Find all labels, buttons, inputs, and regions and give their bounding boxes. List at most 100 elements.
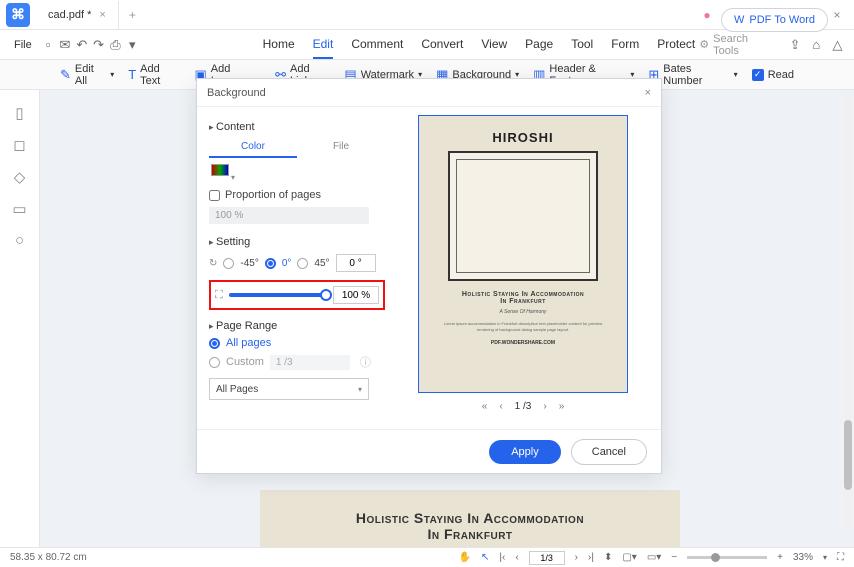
add-text-button[interactable]: TAdd Text	[128, 63, 180, 87]
left-rail: ▯ ◻ ◇ ▭ ○	[0, 90, 40, 547]
tab-tool[interactable]: Tool	[571, 31, 593, 59]
undo-icon[interactable]: ↶	[75, 34, 88, 56]
edit-all-button[interactable]: ✎Edit All▾	[60, 63, 114, 87]
edit-icon: ✎	[60, 67, 71, 83]
view-mode-icon[interactable]: ▢▾	[622, 552, 636, 563]
comment-panel-icon[interactable]: ◇	[14, 168, 26, 186]
print-icon[interactable]: ⎙	[109, 34, 122, 56]
rot-45-radio[interactable]	[297, 258, 308, 269]
page-prev-icon[interactable]: ‹	[499, 401, 502, 412]
search-input[interactable]: Search Tools	[713, 33, 762, 57]
tab-page[interactable]: Page	[525, 31, 553, 59]
custom-radio[interactable]	[209, 357, 220, 368]
proportion-label: Proportion of pages	[225, 189, 321, 201]
subtab-color[interactable]: Color	[209, 137, 297, 158]
page-next-icon[interactable]: ›	[543, 401, 546, 412]
all-pages-radio[interactable]	[209, 338, 220, 349]
vertical-scrollbar[interactable]	[844, 90, 852, 530]
nav-last-icon[interactable]: ›|	[588, 552, 594, 563]
search-panel-icon[interactable]: ○	[15, 232, 24, 249]
section-page-range: Page Range	[209, 320, 385, 332]
new-tab-button[interactable]: +	[119, 8, 146, 22]
select-tool-icon[interactable]: ↖	[481, 552, 489, 563]
nav-prev-icon[interactable]: ‹	[515, 552, 518, 563]
background-dialog: Background × Content Color File ▾ Propor…	[196, 78, 662, 474]
scale-control-highlight: ⛶	[209, 280, 385, 310]
preview-sub2: In Frankfurt	[500, 298, 546, 305]
tab-form[interactable]: Form	[611, 31, 639, 59]
save-icon[interactable]: ▫	[42, 34, 55, 56]
export-icon[interactable]: ⇪	[787, 34, 804, 56]
file-menu[interactable]: File	[8, 39, 38, 51]
fullscreen-icon[interactable]: ⛶	[837, 552, 844, 563]
hand-tool-icon[interactable]: ✋	[459, 552, 471, 563]
preview-title: HIROSHI	[492, 130, 553, 145]
zoom-slider[interactable]	[687, 556, 767, 559]
preview-sub1: Holistic Staying In Accommodation	[462, 291, 584, 298]
tab-home[interactable]: Home	[263, 31, 295, 59]
custom-range-input: 1 /3	[270, 355, 350, 370]
color-swatch[interactable]	[211, 164, 229, 176]
layout-icon[interactable]: ▭▾	[647, 552, 661, 563]
dialog-header[interactable]: Background ×	[197, 79, 661, 107]
page-last-icon[interactable]: »	[559, 401, 565, 412]
apply-button[interactable]: Apply	[489, 440, 561, 464]
doc-heading-1: Holistic Staying In Accommodation	[270, 510, 670, 526]
menu-row: File ▫ ✉ ↶ ↷ ⎙ ▾ Home Edit Comment Conve…	[0, 30, 854, 60]
tab-view[interactable]: View	[481, 31, 507, 59]
preview-page: HIROSHI Holistic Staying In Accommodatio…	[418, 115, 628, 393]
zoom-in-icon[interactable]: +	[777, 552, 783, 563]
tab-comment[interactable]: Comment	[351, 31, 403, 59]
cancel-button[interactable]: Cancel	[571, 439, 647, 465]
dropdown-icon[interactable]: ▾	[126, 34, 139, 56]
pdf-to-word-button[interactable]: W PDF To Word	[721, 8, 828, 32]
rot-neg45-radio[interactable]	[223, 258, 234, 269]
statusbar: 58.35 x 80.72 cm ✋ ↖ |‹ ‹ › ›| ⬍ ▢▾ ▭▾ −…	[0, 547, 854, 567]
file-tab[interactable]: cad.pdf * ×	[36, 1, 119, 29]
subtab-file[interactable]: File	[297, 137, 385, 158]
section-setting: Setting	[209, 236, 385, 248]
document-page: Holistic Staying In Accommodation In Fra…	[260, 490, 680, 547]
bookmark-icon[interactable]: ◻	[13, 136, 25, 154]
page-first-icon[interactable]: «	[482, 401, 488, 412]
page-filter-select[interactable]: All Pages▾	[209, 378, 369, 400]
thumbnails-icon[interactable]: ▯	[15, 104, 23, 122]
main-tabs: Home Edit Comment Convert View Page Tool…	[263, 31, 696, 59]
text-icon: T	[128, 67, 136, 82]
mail-icon[interactable]: ✉	[59, 34, 72, 56]
scale-slider[interactable]	[229, 293, 327, 297]
zoom-out-icon[interactable]: −	[671, 552, 677, 563]
tab-convert[interactable]: Convert	[421, 31, 463, 59]
app-icon: ⌘	[6, 3, 30, 27]
page-dimensions: 58.35 x 80.72 cm	[10, 552, 87, 563]
rot-0-radio[interactable]	[265, 258, 276, 269]
redo-icon[interactable]: ↷	[92, 34, 105, 56]
page-input[interactable]	[529, 551, 565, 565]
help-icon[interactable]: △	[829, 34, 846, 56]
close-button[interactable]: ×	[826, 4, 848, 26]
word-icon: W	[734, 14, 744, 26]
read-button[interactable]: ✓Read	[752, 69, 794, 81]
section-content: Content	[209, 121, 385, 133]
preview-body: Lorem ipsum accommodation in Frankfurt d…	[435, 321, 611, 332]
attachment-icon[interactable]: ▭	[12, 200, 26, 218]
all-pages-label: All pages	[226, 337, 271, 349]
tab-close-icon[interactable]: ×	[99, 9, 105, 21]
preview-link: PDF.WONDERSHARE.COM	[491, 340, 555, 346]
preview-floorplan	[448, 151, 598, 281]
nav-first-icon[interactable]: |‹	[499, 552, 505, 563]
preview-tagline: A Sense Of Harmony	[499, 309, 546, 315]
rotation-input[interactable]	[336, 254, 376, 272]
tab-protect[interactable]: Protect	[657, 31, 695, 59]
nav-next-icon[interactable]: ›	[575, 552, 578, 563]
tab-edit[interactable]: Edit	[313, 31, 334, 59]
scale-input[interactable]	[333, 286, 379, 304]
notification-icon[interactable]: ●	[696, 4, 718, 26]
cloud-icon[interactable]: ⌂	[808, 34, 825, 56]
zoom-value[interactable]: 33%	[793, 552, 813, 563]
fit-width-icon[interactable]: ⬍	[604, 552, 612, 563]
dialog-close-icon[interactable]: ×	[645, 87, 651, 99]
rotate-icon[interactable]: ↻	[209, 258, 217, 269]
info-icon[interactable]: ⓘ	[360, 354, 371, 370]
proportion-checkbox[interactable]	[209, 190, 220, 201]
